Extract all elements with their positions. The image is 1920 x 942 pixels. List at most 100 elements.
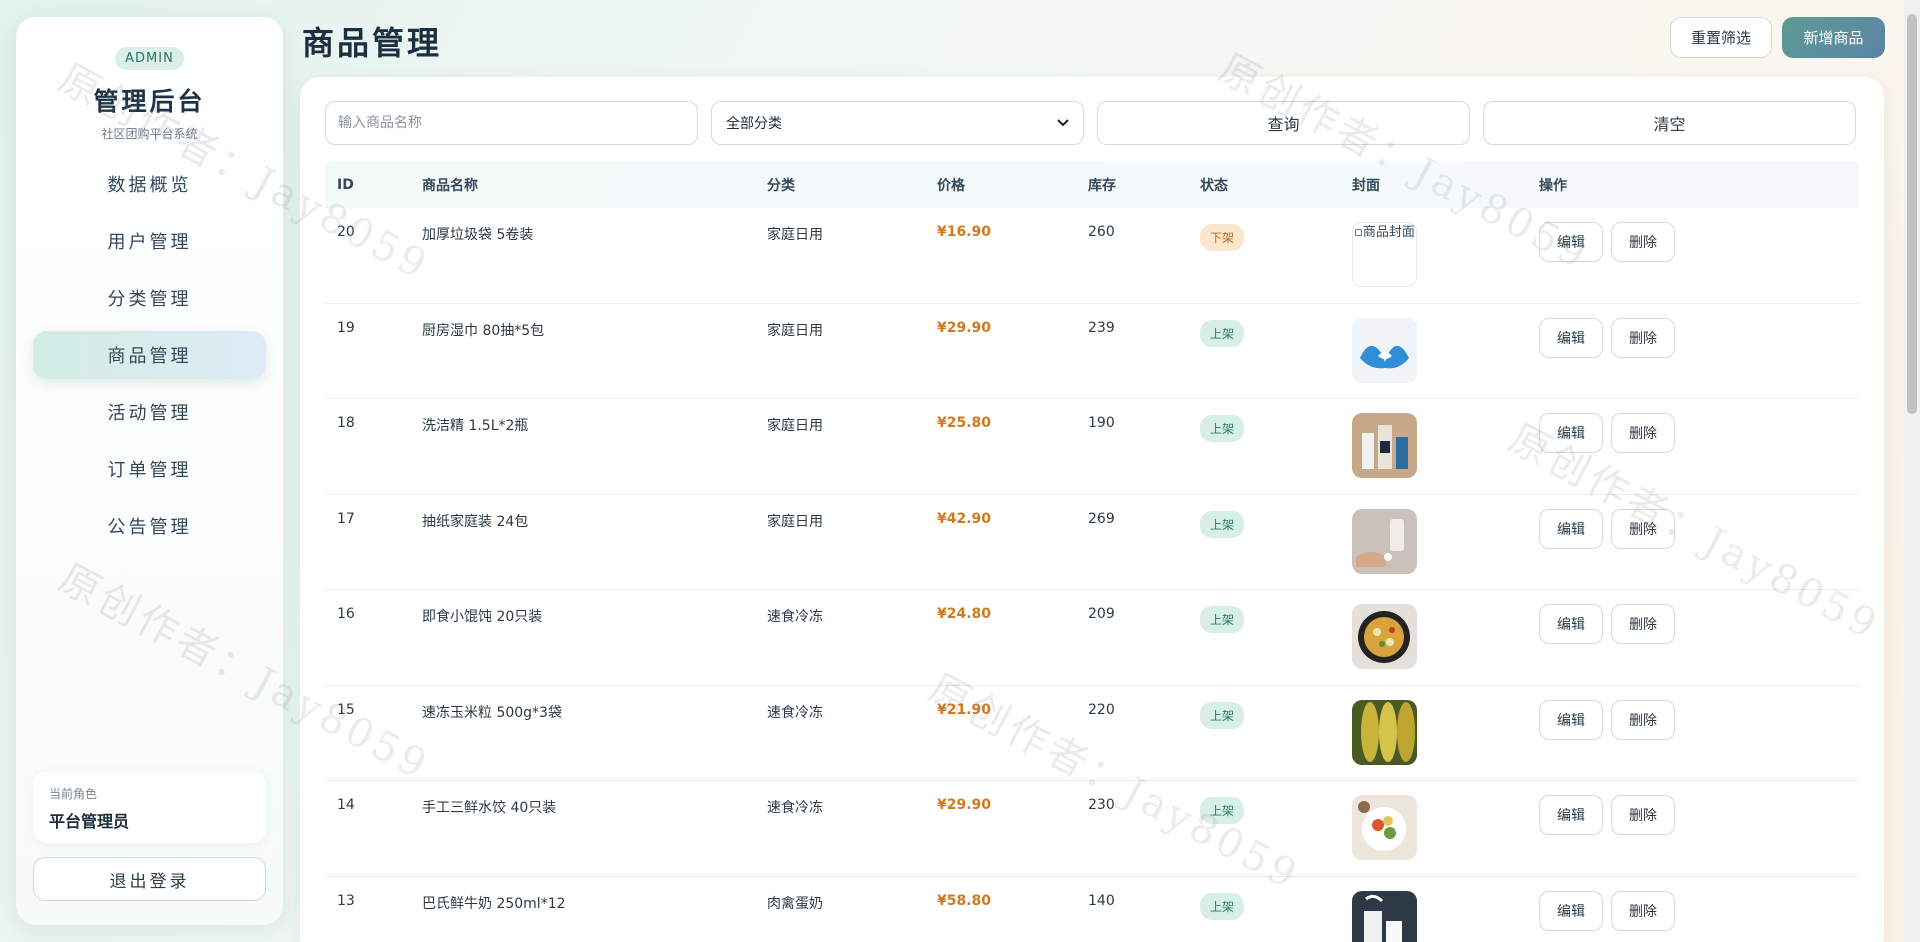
cell-name: 抽纸家庭装 24包 <box>422 513 529 530</box>
cell-cover <box>1340 495 1527 574</box>
cell-stock: 239 <box>1088 319 1115 336</box>
cell-actions: 编辑 删除 <box>1527 877 1859 931</box>
status-badge: 上架 <box>1200 606 1245 633</box>
edit-button[interactable]: 编辑 <box>1539 890 1603 931</box>
status-badge: 上架 <box>1200 319 1245 347</box>
edit-button[interactable]: 编辑 <box>1539 795 1603 835</box>
role-label: 当前角色 <box>49 787 98 801</box>
filter-bar: 全部分类 查询 清空 <box>325 101 1859 145</box>
delete-button[interactable]: 删除 <box>1611 317 1675 358</box>
delete-button[interactable]: 删除 <box>1611 890 1675 931</box>
brand-subtitle: 社区团购平台系统 <box>101 127 198 141</box>
cell-price: ¥25.80 <box>937 415 992 431</box>
cell-actions: 编辑 删除 <box>1527 208 1859 262</box>
clear-button[interactable]: 清空 <box>1483 101 1856 145</box>
cell-actions: 编辑 删除 <box>1527 781 1859 835</box>
sidebar-item-notices[interactable]: 公告管理 <box>33 502 266 550</box>
sidebar-item-activities[interactable]: 活动管理 <box>33 388 266 436</box>
role-card: 当前角色 平台管理员 <box>33 771 266 843</box>
delete-button[interactable]: 删除 <box>1611 413 1675 453</box>
cell-status: 上架 <box>1188 495 1340 538</box>
product-cover-image <box>1352 699 1417 765</box>
edit-button[interactable]: 编辑 <box>1539 413 1603 453</box>
add-product-button[interactable]: 新增商品 <box>1782 17 1885 58</box>
cell-stock: 140 <box>1088 892 1115 909</box>
cell-status: 上架 <box>1188 590 1340 633</box>
cell-category: 家庭日用 <box>767 322 823 339</box>
edit-button[interactable]: 编辑 <box>1539 508 1603 549</box>
edit-button[interactable]: 编辑 <box>1539 699 1603 740</box>
cell-id: 20 <box>337 224 355 240</box>
table-body: 20 加厚垃圾袋 5卷装 家庭日用 ¥16.90 260 下架 ▫商品封面 编辑… <box>325 208 1859 942</box>
sidebar-item-dashboard[interactable]: 数据概览 <box>33 160 266 208</box>
cell-stock: 230 <box>1088 797 1115 813</box>
page-scrollbar[interactable] <box>1904 0 1920 942</box>
sidebar-nav: 数据概览 用户管理 分类管理 商品管理 活动管理 订单管理 公告管理 <box>16 160 283 550</box>
cell-stock: 260 <box>1088 224 1115 240</box>
table-row: 18 洗洁精 1.5L*2瓶 家庭日用 ¥25.80 190 上架 编辑 删除 <box>325 399 1859 495</box>
cell-category: 家庭日用 <box>767 418 823 434</box>
column-header-id: ID <box>337 177 354 193</box>
delete-button[interactable]: 删除 <box>1611 222 1675 262</box>
product-name-input[interactable] <box>325 101 698 145</box>
cell-actions: 编辑 删除 <box>1527 686 1859 740</box>
cell-price: ¥58.80 <box>937 892 992 909</box>
cell-id: 14 <box>337 797 355 813</box>
cell-name: 加厚垃圾袋 5卷装 <box>422 227 534 243</box>
delete-button[interactable]: 删除 <box>1611 699 1675 740</box>
sidebar-item-categories[interactable]: 分类管理 <box>33 274 266 322</box>
edit-button[interactable]: 编辑 <box>1539 317 1603 358</box>
product-cover-image <box>1352 890 1417 942</box>
product-cover-image <box>1352 604 1417 669</box>
scrollbar-thumb[interactable] <box>1907 14 1917 414</box>
cell-status: 上架 <box>1188 399 1340 442</box>
cell-id: 17 <box>337 510 355 527</box>
column-header-price: 价格 <box>937 178 965 194</box>
product-cover-image <box>1352 795 1417 860</box>
cell-name: 厨房湿巾 80抽*5包 <box>422 322 545 339</box>
delete-button[interactable]: 删除 <box>1611 604 1675 644</box>
chevron-down-icon <box>1057 119 1069 127</box>
cover-alt-text: 商品封面 <box>1362 225 1415 240</box>
sidebar-item-products[interactable]: 商品管理 <box>33 331 266 379</box>
cell-cover <box>1340 781 1527 860</box>
sidebar-item-users[interactable]: 用户管理 <box>33 217 266 265</box>
cell-actions: 编辑 删除 <box>1527 590 1859 644</box>
category-select[interactable]: 全部分类 <box>711 101 1084 145</box>
cell-status: 下架 <box>1188 208 1340 251</box>
delete-button[interactable]: 删除 <box>1611 508 1675 549</box>
column-header-status: 状态 <box>1200 178 1228 194</box>
cell-category: 家庭日用 <box>767 513 823 530</box>
product-cover-image <box>1352 413 1417 478</box>
cell-name: 洗洁精 1.5L*2瓶 <box>422 418 529 434</box>
cell-category: 家庭日用 <box>767 227 823 243</box>
delete-button[interactable]: 删除 <box>1611 795 1675 835</box>
cell-id: 15 <box>337 701 355 718</box>
cell-id: 18 <box>337 415 355 431</box>
cell-stock: 220 <box>1088 701 1115 718</box>
query-button[interactable]: 查询 <box>1097 101 1470 145</box>
page-title: 商品管理 <box>302 24 443 62</box>
product-cover-image <box>1352 508 1417 574</box>
sidebar-item-orders[interactable]: 订单管理 <box>33 445 266 493</box>
column-header-cover: 封面 <box>1352 178 1380 194</box>
cell-cover <box>1340 399 1527 478</box>
logout-button[interactable]: 退出登录 <box>33 857 266 901</box>
status-badge: 下架 <box>1200 224 1245 251</box>
cell-price: ¥29.90 <box>937 319 992 336</box>
broken-image-icon: ▫ <box>1354 225 1363 240</box>
table-row: 16 即食小馄饨 20只装 速食冷冻 ¥24.80 209 上架 编辑 删除 <box>325 590 1859 686</box>
edit-button[interactable]: 编辑 <box>1539 604 1603 644</box>
brand-title: 管理后台 <box>93 87 206 116</box>
cell-actions: 编辑 删除 <box>1527 304 1859 358</box>
cell-category: 速食冷冻 <box>767 704 823 721</box>
brand: ADMIN 管理后台 社区团购平台系统 <box>16 17 283 142</box>
table-row: 15 速冻玉米粒 500g*3袋 速食冷冻 ¥21.90 220 上架 编辑 删除 <box>325 686 1859 781</box>
cell-status: 上架 <box>1188 686 1340 729</box>
cell-id: 13 <box>337 892 355 909</box>
column-header-actions: 操作 <box>1539 178 1567 194</box>
reset-filter-button[interactable]: 重置筛选 <box>1670 17 1772 58</box>
sidebar: ADMIN 管理后台 社区团购平台系统 数据概览 用户管理 分类管理 商品管理 … <box>16 17 283 925</box>
edit-button[interactable]: 编辑 <box>1539 222 1603 262</box>
cell-category: 速食冷冻 <box>767 800 823 816</box>
